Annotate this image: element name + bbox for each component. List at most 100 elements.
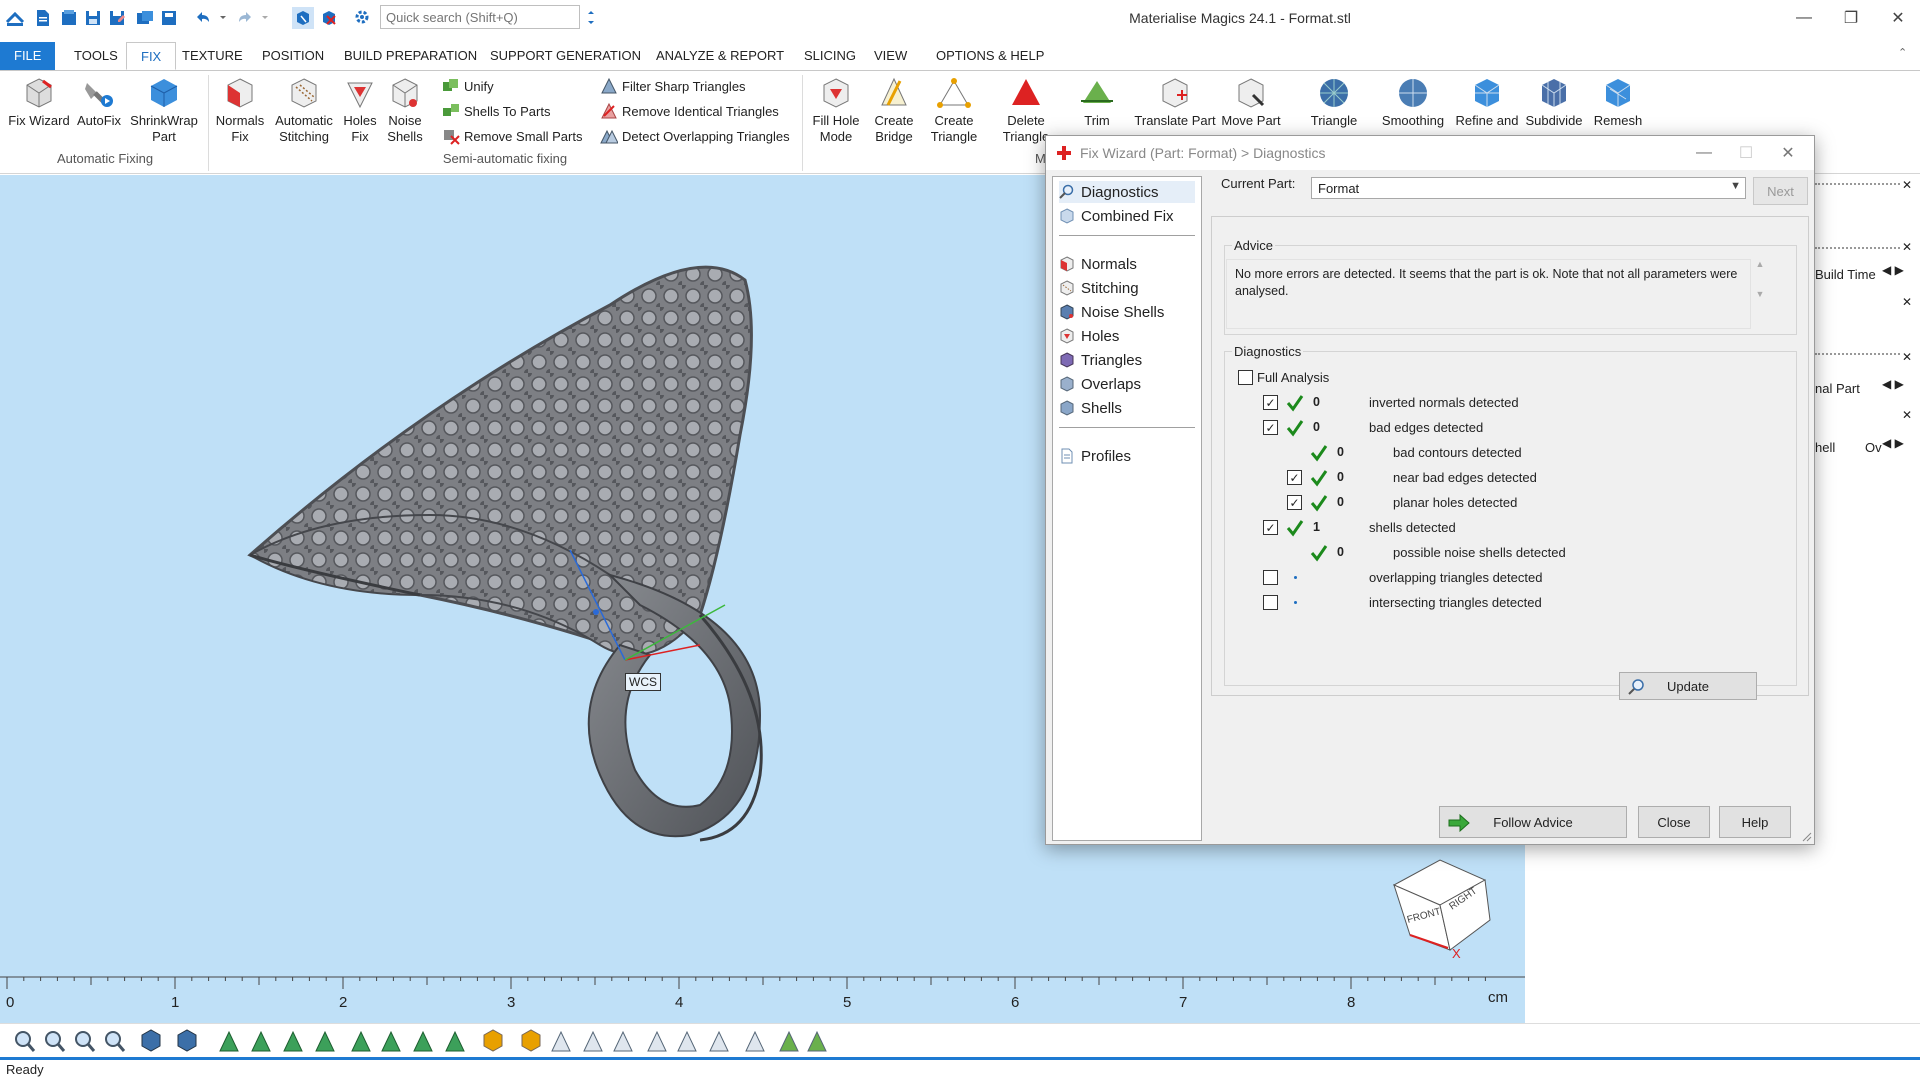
diagnostic-checkbox[interactable] [1263, 570, 1278, 585]
nav-item-normals[interactable]: Normals [1059, 253, 1137, 275]
search-options-icon[interactable] [580, 7, 602, 29]
tab-texture[interactable]: TEXTURE [168, 42, 257, 70]
panel-nav-arrows[interactable]: ◀ ▶ [1882, 377, 1920, 397]
zoom-window-icon[interactable] [45, 1031, 66, 1052]
triangle-mode-icon[interactable] [779, 1030, 799, 1052]
collapse-ribbon-icon[interactable]: ⌃ [1898, 46, 1907, 59]
redo-icon[interactable] [234, 7, 256, 29]
part-view-icon[interactable] [483, 1029, 503, 1052]
triangle-outline-4-icon[interactable] [677, 1030, 697, 1052]
quick-search-input[interactable] [380, 5, 580, 29]
zoom-icon[interactable] [15, 1031, 36, 1052]
save-icon[interactable] [82, 7, 104, 29]
plane-select-icon[interactable] [251, 1030, 271, 1052]
remove-small-parts-button[interactable]: Remove Small Parts [442, 125, 582, 147]
zoom-fit-icon[interactable] [75, 1031, 96, 1052]
smoothing-button[interactable]: Smoothing [1378, 73, 1448, 129]
mesh-view-icon[interactable] [521, 1029, 541, 1052]
triangle-outline-3-icon[interactable] [647, 1030, 667, 1052]
remove-identical-triangles-button[interactable]: Remove Identical Triangles [600, 100, 779, 122]
panel-close-icon[interactable]: ✕ [1902, 408, 1912, 422]
undo-icon[interactable] [192, 7, 214, 29]
triangle-select-icon[interactable] [219, 1030, 239, 1052]
fill-hole-mode-button[interactable]: Fill Hole Mode [808, 73, 864, 145]
view-toolbar-icons[interactable] [0, 1024, 960, 1058]
zoom-selected-icon[interactable] [105, 1031, 126, 1052]
select-part-icon[interactable] [292, 7, 314, 29]
tab-analyze-report[interactable]: ANALYZE & REPORT [642, 42, 798, 70]
autofix-button[interactable]: AutoFix [74, 73, 124, 129]
dialog-close-icon[interactable]: ✕ [1770, 140, 1806, 166]
wireframe-icon[interactable] [551, 1030, 571, 1052]
nav-item-diagnostics[interactable]: Diagnostics [1059, 181, 1195, 203]
tab-support-generation[interactable]: SUPPORT GENERATION [476, 42, 655, 70]
subdivide-button[interactable]: Subdivide [1522, 73, 1586, 129]
nav-item-triangles[interactable]: Triangles [1059, 349, 1142, 371]
box-select-icon[interactable] [351, 1030, 371, 1052]
tab-position[interactable]: POSITION [248, 42, 338, 70]
surface-select-icon[interactable] [283, 1030, 303, 1052]
panel-grip[interactable] [1815, 183, 1900, 189]
triangle-color-icon[interactable] [807, 1030, 827, 1052]
full-analysis-checkbox[interactable]: Full Analysis [1238, 366, 1329, 388]
tab-options-help[interactable]: OPTIONS & HELP [922, 42, 1058, 70]
full-analysis-box[interactable] [1238, 369, 1253, 385]
save-scene-icon[interactable] [158, 7, 180, 29]
nav-item-combined-fix[interactable]: Combined Fix [1059, 205, 1174, 227]
view-cube[interactable]: FRONT RIGHT X [1380, 850, 1500, 960]
update-button[interactable]: Update [1619, 672, 1757, 700]
shrinkwrap-part-button[interactable]: ShrinkWrap Part [126, 73, 202, 145]
dialog-maximize-icon[interactable]: ☐ [1728, 140, 1764, 166]
resize-grip-icon[interactable] [1802, 832, 1812, 842]
save-as-icon[interactable] [106, 7, 128, 29]
panel-close-icon[interactable]: ✕ [1902, 295, 1912, 309]
holes-fix-button[interactable]: Holes Fix [340, 73, 380, 145]
minimize-icon[interactable]: — [1784, 4, 1824, 32]
dialog-minimize-icon[interactable]: — [1686, 140, 1722, 166]
nav-item-shells[interactable]: Shells [1059, 397, 1122, 419]
import-part-icon[interactable] [58, 7, 80, 29]
close-icon[interactable]: ✕ [1878, 4, 1918, 32]
shells-to-parts-button[interactable]: Shells To Parts [442, 100, 550, 122]
nav-item-stitching[interactable]: Stitching [1059, 277, 1139, 299]
panel-close-icon[interactable]: ✕ [1902, 178, 1912, 192]
diagnostic-checkbox[interactable]: ✓ [1287, 495, 1302, 510]
advice-scrollbar[interactable]: ▲ ▼ [1752, 259, 1768, 329]
nav-item-overlaps[interactable]: Overlaps [1059, 373, 1141, 395]
current-part-dropdown[interactable]: Format ▼ [1311, 177, 1746, 199]
diagnostic-checkbox[interactable]: ✓ [1263, 395, 1278, 410]
tab-view[interactable]: VIEW [860, 42, 921, 70]
triangle-outline-2-icon[interactable] [613, 1030, 633, 1052]
filter-sharp-triangles-button[interactable]: Filter Sharp Triangles [600, 75, 746, 97]
translate-part-button[interactable]: Translate Part [1132, 73, 1218, 129]
refine-and-smooth-button[interactable]: Refine and [1452, 73, 1522, 129]
panel-nav-arrows[interactable]: ◀ ▶ [1882, 263, 1920, 283]
diagnostic-checkbox[interactable]: ✓ [1263, 420, 1278, 435]
diagnostic-checkbox[interactable]: ✓ [1287, 470, 1302, 485]
triangle-outline-icon[interactable] [583, 1030, 603, 1052]
shell-select-icon[interactable] [315, 1030, 335, 1052]
new-file-icon[interactable] [32, 7, 54, 29]
triangle-outline-6-icon[interactable] [745, 1030, 765, 1052]
trim-button[interactable]: Trim [1074, 73, 1120, 129]
remesh-button[interactable]: Remesh [1590, 73, 1646, 129]
detect-overlapping-triangles-button[interactable]: Detect Overlapping Triangles [600, 125, 790, 147]
tab-build-preparation[interactable]: BUILD PREPARATION [330, 42, 491, 70]
unify-button[interactable]: Unify [442, 75, 494, 97]
nav-item-profiles[interactable]: Profiles [1059, 445, 1131, 467]
app-logo-icon[interactable] [4, 7, 26, 29]
fix-wizard-button[interactable]: Fix Wizard [4, 73, 74, 129]
panel-grip[interactable] [1815, 353, 1900, 359]
scene-icon[interactable] [134, 7, 156, 29]
render-mode-icon[interactable] [177, 1029, 197, 1052]
undo-dropdown-icon[interactable] [212, 7, 234, 29]
tab-slicing[interactable]: SLICING [790, 42, 870, 70]
restore-icon[interactable]: ❐ [1831, 4, 1871, 32]
triangle-outline-5-icon[interactable] [709, 1030, 729, 1052]
nav-item-holes[interactable]: Holes [1059, 325, 1119, 347]
move-part-button[interactable]: Move Part [1218, 73, 1284, 129]
brush-icon[interactable] [413, 1030, 433, 1052]
panel-grip[interactable] [1815, 247, 1900, 253]
settings-gear-icon[interactable] [352, 7, 374, 29]
deselect-icon[interactable] [318, 7, 340, 29]
